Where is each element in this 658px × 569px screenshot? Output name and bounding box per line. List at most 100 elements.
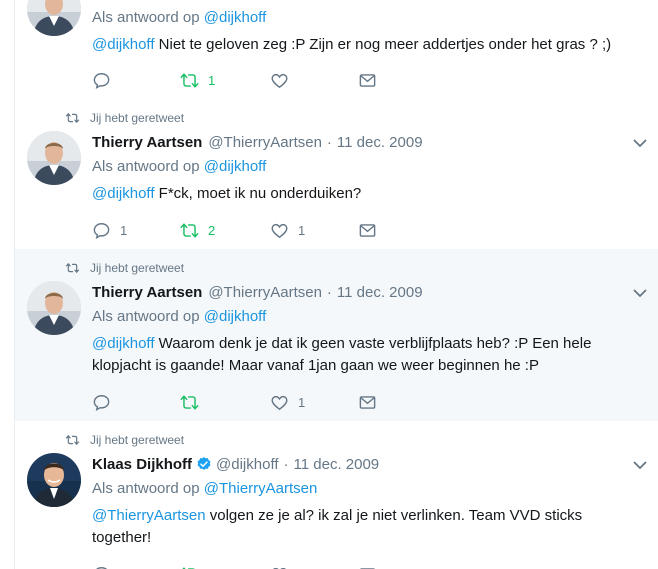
- tweet-feed: Als antwoord op @dijkhoff @dijkhoff Niet…: [14, 0, 658, 569]
- mention-link[interactable]: @dijkhoff: [92, 335, 154, 352]
- tweet-actions: 1: [92, 69, 392, 91]
- tweet-text-line: @ThierryAartsen volgen ze je al? ik zal …: [92, 505, 632, 527]
- like-count: 1: [298, 222, 306, 238]
- tweet-actions: [92, 563, 392, 569]
- person-avatar-icon: [27, 281, 81, 335]
- tweet-item[interactable]: Jij hebt geretweet Thierry Aartsen @Thie…: [15, 99, 658, 250]
- tweet-date[interactable]: 11 dec. 2009: [337, 134, 423, 151]
- chevron-down-icon[interactable]: [633, 138, 647, 148]
- retweet-icon: [65, 263, 80, 273]
- retweet-icon: [180, 394, 199, 410]
- retweet-button[interactable]: [180, 391, 208, 413]
- person-avatar-icon: [27, 453, 81, 507]
- reply-to-line: Als antwoord op @dijkhoff: [92, 158, 266, 175]
- retweet-count: 2: [208, 222, 216, 238]
- direct-message-button[interactable]: [358, 391, 377, 413]
- like-button[interactable]: [270, 69, 298, 91]
- reply-to-line: Als antwoord op @dijkhoff: [92, 308, 266, 325]
- retweet-icon: [180, 72, 199, 88]
- envelope-icon: [359, 567, 376, 569]
- heart-icon: [272, 567, 287, 569]
- chevron-down-icon[interactable]: [633, 460, 647, 470]
- user-handle[interactable]: @dijkhoff: [216, 456, 278, 473]
- heart-icon: [271, 395, 288, 410]
- tweet-date[interactable]: 11 dec. 2009: [294, 456, 380, 473]
- reply-to-link[interactable]: @dijkhoff: [204, 308, 266, 325]
- avatar[interactable]: [27, 0, 81, 36]
- chevron-down-icon[interactable]: [633, 288, 647, 298]
- verified-badge-icon: [196, 456, 212, 472]
- tweet-body: volgen ze je al? ik zal je niet verlinke…: [205, 507, 583, 524]
- tweet-header: Klaas Dijkhoff @dijkhoff · 11 dec. 2009: [92, 454, 379, 474]
- like-button[interactable]: [270, 563, 289, 569]
- reply-to-link[interactable]: @ThierryAartsen: [204, 480, 318, 497]
- reply-icon: [95, 566, 108, 569]
- mention-link[interactable]: @dijkhoff: [92, 185, 154, 202]
- tweet-item[interactable]: Als antwoord op @dijkhoff @dijkhoff Niet…: [15, 0, 658, 100]
- user-handle[interactable]: @ThierryAartsen: [208, 284, 322, 301]
- retweet-count: 1: [208, 72, 216, 88]
- display-name[interactable]: Klaas Dijkhoff: [92, 456, 192, 473]
- tweet-header: Thierry Aartsen @ThierryAartsen · 11 dec…: [92, 282, 423, 302]
- reply-prefix: Als antwoord op: [92, 480, 200, 497]
- reply-icon: [93, 72, 110, 89]
- reply-to-link[interactable]: @dijkhoff: [204, 158, 266, 175]
- reply-to-link[interactable]: @dijkhoff: [204, 9, 266, 26]
- retweet-button[interactable]: 2: [180, 219, 215, 241]
- like-button[interactable]: 1: [270, 391, 305, 413]
- tweet-item[interactable]: Jij hebt geretweet Thierry Aartsen @Thie…: [15, 249, 658, 422]
- like-count: 1: [298, 394, 306, 410]
- separator: ·: [326, 133, 332, 151]
- tweet-actions: 1: [92, 391, 392, 413]
- envelope-icon: [359, 223, 376, 237]
- retweet-icon: [65, 435, 80, 445]
- reply-button[interactable]: [92, 563, 111, 569]
- retweet-icon: [65, 113, 80, 123]
- person-avatar-icon: [27, 0, 81, 36]
- direct-message-button[interactable]: [358, 69, 377, 91]
- heart-icon: [271, 223, 288, 238]
- avatar[interactable]: [27, 453, 81, 507]
- tweet-text: @dijkhoff F*ck, moet ik nu onderduiken?: [92, 183, 632, 205]
- tweet-item[interactable]: Jij hebt geretweet Klaas Dijkhoff @dijkh…: [15, 421, 658, 569]
- mention-link[interactable]: @dijkhoff: [92, 36, 154, 53]
- tweet-body: Niet te geloven zeg :P Zijn er nog meer …: [154, 36, 612, 53]
- retweet-context-label: Jij hebt geretweet: [90, 433, 185, 447]
- like-button[interactable]: 1: [270, 219, 305, 241]
- retweet-icon: [180, 222, 199, 238]
- reply-button[interactable]: [92, 69, 120, 91]
- person-avatar-icon: [27, 131, 81, 185]
- reply-to-line: Als antwoord op @dijkhoff: [92, 9, 266, 26]
- reply-prefix: Als antwoord op: [92, 158, 200, 175]
- tweet-date[interactable]: 11 dec. 2009: [337, 284, 423, 301]
- retweet-context-label: Jij hebt geretweet: [90, 261, 185, 275]
- reply-prefix: Als antwoord op: [92, 9, 200, 26]
- user-handle[interactable]: @ThierryAartsen: [208, 134, 322, 151]
- retweet-button[interactable]: 1: [180, 69, 215, 91]
- display-name[interactable]: Thierry Aartsen: [92, 134, 202, 151]
- envelope-icon: [359, 395, 376, 409]
- tweet-actions: 1 2 1: [92, 219, 392, 241]
- avatar[interactable]: [27, 131, 81, 185]
- avatar[interactable]: [27, 281, 81, 335]
- tweet-text: @dijkhoff Niet te geloven zeg :P Zijn er…: [92, 34, 632, 56]
- tweet-body: F*ck, moet ik nu onderduiken?: [154, 185, 362, 202]
- retweet-context: Jij hebt geretweet: [65, 110, 184, 126]
- retweet-button[interactable]: [180, 563, 199, 569]
- retweet-context: Jij hebt geretweet: [65, 260, 184, 276]
- tweet-text: @ThierryAartsen volgen ze je al? ik zal …: [92, 505, 632, 549]
- mention-link[interactable]: @ThierryAartsen: [92, 507, 206, 524]
- reply-to-line: Als antwoord op @ThierryAartsen: [92, 480, 317, 497]
- direct-message-button[interactable]: [358, 219, 377, 241]
- envelope-icon: [359, 73, 376, 87]
- reply-button[interactable]: [92, 391, 120, 413]
- display-name[interactable]: Thierry Aartsen: [92, 284, 202, 301]
- heart-icon: [271, 73, 288, 88]
- reply-prefix: Als antwoord op: [92, 308, 200, 325]
- direct-message-button[interactable]: [358, 563, 377, 569]
- reply-button[interactable]: 1: [92, 219, 127, 241]
- tweet-text-line: together!: [92, 529, 152, 546]
- retweet-icon: [181, 566, 196, 569]
- retweet-context-label: Jij hebt geretweet: [90, 111, 185, 125]
- retweet-context: Jij hebt geretweet: [65, 432, 184, 448]
